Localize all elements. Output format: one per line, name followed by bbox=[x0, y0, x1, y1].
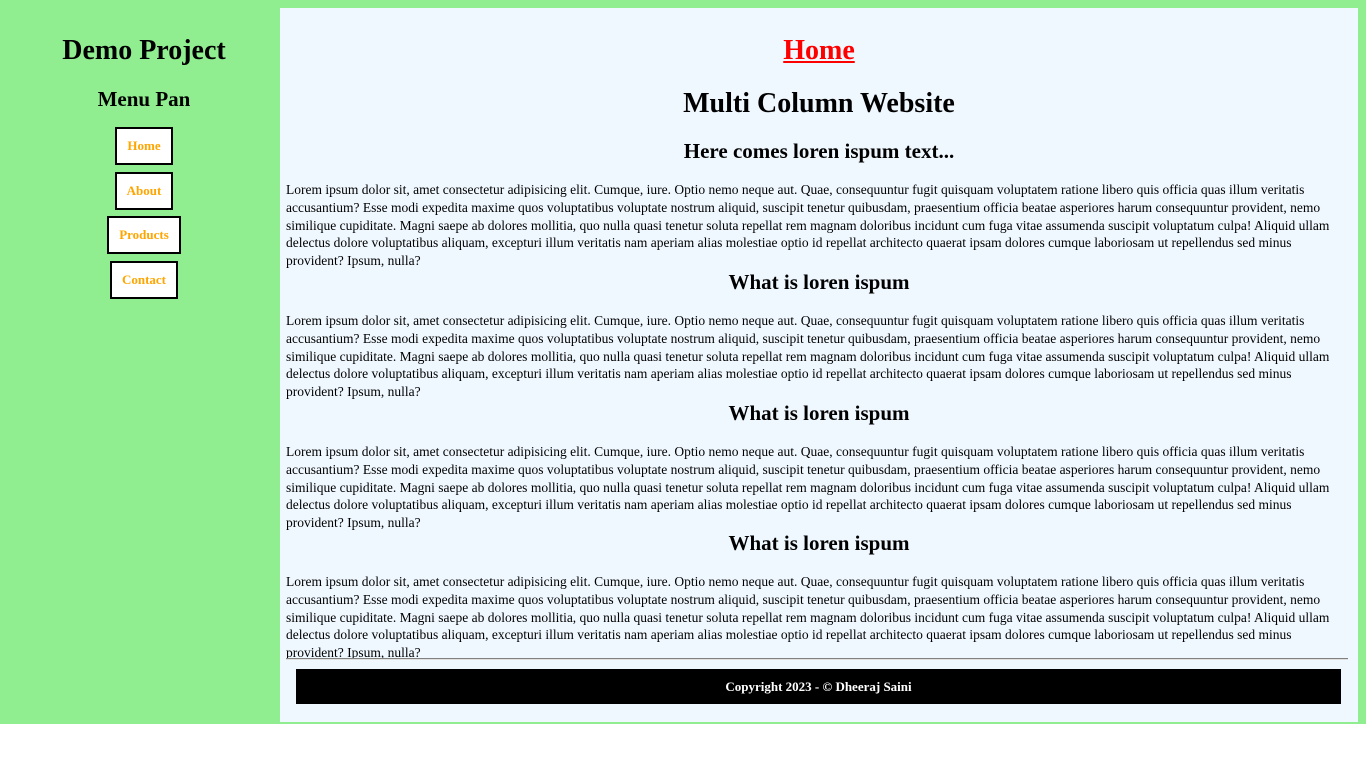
section-paragraph: Lorem ipsum dolor sit, amet consectetur … bbox=[286, 574, 1330, 661]
section-paragraph: Lorem ipsum dolor sit, amet consectetur … bbox=[286, 182, 1330, 269]
divider bbox=[286, 658, 1348, 660]
main-content: Home Multi Column Website Here comes lor… bbox=[280, 8, 1358, 722]
footer: Copyright 2023 - © Dheeraj Saini bbox=[296, 669, 1341, 704]
site-title: Demo Project bbox=[62, 35, 226, 66]
sidebar: Demo Project Menu Pan Home About Product… bbox=[0, 0, 280, 724]
home-link[interactable]: Home bbox=[783, 35, 855, 66]
nav-contact-button[interactable]: Contact bbox=[110, 261, 178, 299]
page-heading: Home bbox=[280, 34, 1358, 68]
section-paragraph: Lorem ipsum dolor sit, amet consectetur … bbox=[286, 444, 1330, 531]
menu-title: Menu Pan bbox=[97, 87, 191, 111]
page-title: Multi Column Website bbox=[683, 88, 955, 119]
section-heading: What is loren ispum bbox=[728, 401, 910, 425]
section-heading: Here comes loren ispum text... bbox=[683, 139, 955, 163]
page-wrapper: Demo Project Menu Pan Home About Product… bbox=[0, 0, 1366, 724]
section-paragraph: Lorem ipsum dolor sit, amet consectetur … bbox=[286, 313, 1330, 400]
nav-about-button[interactable]: About bbox=[115, 172, 173, 210]
section-heading: What is loren ispum bbox=[728, 531, 910, 555]
section-heading: What is loren ispum bbox=[728, 270, 910, 294]
nav-home-button[interactable]: Home bbox=[115, 127, 173, 165]
nav-products-button[interactable]: Products bbox=[107, 216, 181, 254]
